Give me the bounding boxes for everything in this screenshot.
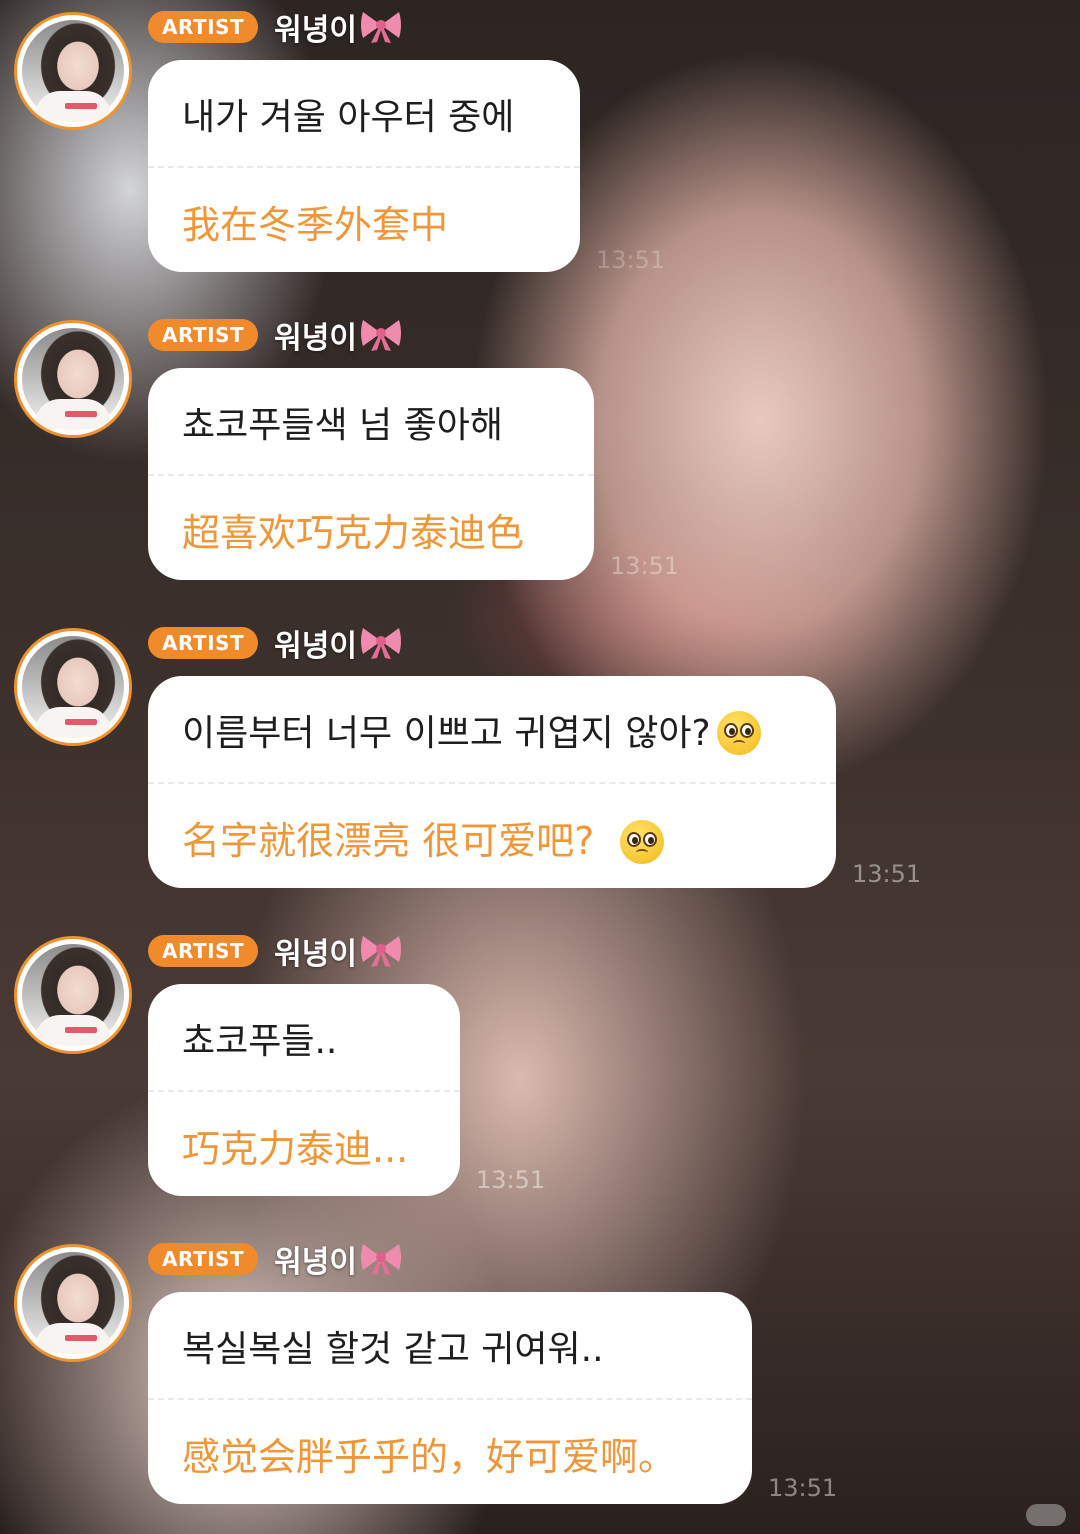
sender-name: 워녕이 xyxy=(274,13,357,48)
artist-badge: ARTIST xyxy=(148,319,259,351)
korean-text: 이름부터 너무 이쁘고 귀엽지 않아? xyxy=(182,713,711,754)
message-header: ARTIST 워녕이 xyxy=(148,930,403,972)
app-watermark xyxy=(1026,1504,1066,1526)
pleading-face-emoji-icon xyxy=(620,820,665,864)
chinese-translation: 我在冬季外套中 xyxy=(182,203,449,247)
divider xyxy=(148,782,836,784)
pleading-face-emoji-icon xyxy=(716,711,761,755)
korean-text: 내가 겨울 아우터 중에 xyxy=(182,97,515,138)
avatar[interactable] xyxy=(14,1244,132,1362)
divider xyxy=(148,474,594,476)
sender-name: 워녕이 xyxy=(274,629,357,664)
artist-badge: ARTIST xyxy=(148,935,259,967)
chinese-line: 名字就很漂亮 很可爱吧? xyxy=(182,810,665,865)
message-header: ARTIST 워녕이 xyxy=(148,314,403,356)
message-bubble[interactable]: 쵸코푸들.. 巧克力泰迪... xyxy=(148,984,460,1196)
artist-badge: ARTIST xyxy=(148,627,259,659)
sender-name: 워녕이 xyxy=(274,321,357,356)
ribbon-bow-icon xyxy=(359,6,403,48)
divider xyxy=(148,166,580,168)
ribbon-bow-icon xyxy=(359,622,403,664)
message-header: ARTIST 워녕이 xyxy=(148,622,403,664)
ribbon-bow-icon xyxy=(359,314,403,356)
chinese-translation: 巧克力泰迪... xyxy=(182,1127,409,1171)
korean-text: 쵸코푸들색 넘 좋아해 xyxy=(182,405,503,446)
sender-name: 워녕이 xyxy=(274,937,357,972)
chinese-translation: 名字就很漂亮 很可爱吧? xyxy=(182,819,595,863)
ribbon-bow-icon xyxy=(359,930,403,972)
message-header: ARTIST 워녕이 xyxy=(148,6,403,48)
message-bubble[interactable]: 이름부터 너무 이쁘고 귀엽지 않아? 名字就很漂亮 很可爱吧? xyxy=(148,676,836,888)
korean-text: 쵸코푸들.. xyxy=(182,1021,338,1062)
message-bubble[interactable]: 쵸코푸들색 넘 좋아해 超喜欢巧克力泰迪色 xyxy=(148,368,594,580)
timestamp: 13:51 xyxy=(476,1166,546,1194)
sender-name: 워녕이 xyxy=(274,1245,357,1280)
avatar[interactable] xyxy=(14,628,132,746)
artist-badge: ARTIST xyxy=(148,1243,259,1275)
avatar[interactable] xyxy=(14,320,132,438)
message-bubble[interactable]: 내가 겨울 아우터 중에 我在冬季外套中 xyxy=(148,60,580,272)
message-header: ARTIST 워녕이 xyxy=(148,1238,403,1280)
timestamp: 13:51 xyxy=(610,552,680,580)
chinese-translation: 超喜欢巧克力泰迪色 xyxy=(182,511,525,555)
chinese-translation: 感觉会胖乎乎的，好可爱啊。 xyxy=(182,1435,677,1479)
korean-line: 이름부터 너무 이쁘고 귀엽지 않아? xyxy=(182,704,761,756)
avatar[interactable] xyxy=(14,12,132,130)
timestamp: 13:51 xyxy=(768,1474,838,1502)
message-bubble[interactable]: 복실복실 할것 같고 귀여워.. 感觉会胖乎乎的，好可爱啊。 xyxy=(148,1292,752,1504)
avatar[interactable] xyxy=(14,936,132,1054)
divider xyxy=(148,1090,460,1092)
korean-text: 복실복실 할것 같고 귀여워.. xyxy=(182,1329,604,1370)
artist-badge: ARTIST xyxy=(148,11,259,43)
divider xyxy=(148,1398,752,1400)
timestamp: 13:51 xyxy=(852,860,922,888)
ribbon-bow-icon xyxy=(359,1238,403,1280)
timestamp: 13:51 xyxy=(596,246,666,274)
